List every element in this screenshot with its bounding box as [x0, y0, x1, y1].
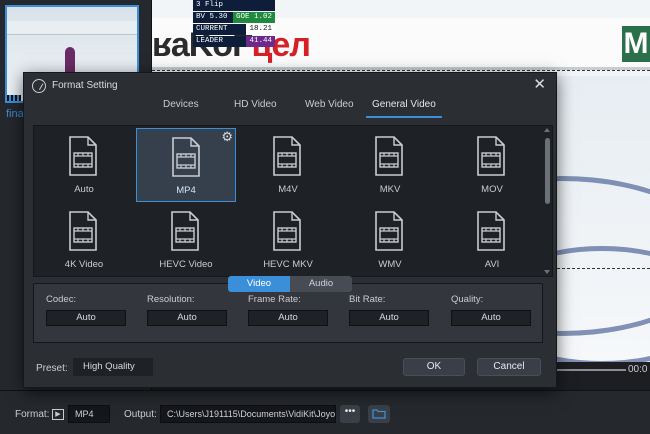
- format-option-m4v[interactable]: M4V: [238, 128, 338, 202]
- timeline-track[interactable]: [556, 369, 626, 371]
- scoreboard-leader-label: LEADER: [193, 36, 247, 47]
- format-label: MKV: [379, 184, 401, 195]
- format-label: WMV: [378, 259, 402, 270]
- scoreboard-base-value: BV 5.30: [193, 12, 233, 23]
- ok-button[interactable]: OK: [403, 358, 465, 376]
- preset-select[interactable]: High Quality: [73, 358, 153, 376]
- tab-hd-video[interactable]: HD Video: [234, 99, 277, 116]
- video-file-icon: [272, 211, 302, 251]
- cancel-button[interactable]: Cancel: [477, 358, 541, 376]
- grid-scrollbar[interactable]: [544, 128, 550, 274]
- format-label: AVI: [484, 259, 500, 270]
- dialog-title: Format Setting: [52, 80, 118, 91]
- video-toggle-button[interactable]: Video: [228, 276, 290, 292]
- open-folder-button[interactable]: [368, 405, 390, 423]
- format-option-wmv[interactable]: WMV: [340, 203, 440, 276]
- video-settings-panel: Codec: Auto Resolution: Auto Frame Rate:…: [33, 283, 543, 343]
- gear-icon[interactable]: ⚙: [221, 130, 233, 143]
- format-label: Format:: [15, 409, 50, 420]
- bit-rate-select[interactable]: Auto: [349, 310, 429, 326]
- dialog-footer: Preset: High Quality OK Cancel: [24, 353, 556, 387]
- format-option-4k-video[interactable]: 4K Video: [34, 203, 134, 276]
- output-bar: Format: ▶ MP4 Output: C:\Users\J191115\D…: [0, 390, 650, 434]
- format-option-hevc-video[interactable]: HEVC Video: [136, 203, 236, 276]
- timeline: 00:0: [556, 362, 650, 390]
- close-icon[interactable]: ✕: [533, 77, 546, 92]
- format-label: MP4: [176, 185, 196, 196]
- video-audio-toggle: Video Audio: [228, 276, 352, 292]
- bit-rate-param: Bit Rate: Auto: [349, 294, 429, 326]
- browse-output-button[interactable]: •••: [340, 405, 360, 423]
- video-file-icon: [170, 211, 200, 251]
- scroll-thumb[interactable]: [545, 138, 550, 204]
- scoreboard-overlay: 3 Flip BV 5.30 GOE 1.02 CURRENT 18.21 LEAD…: [193, 0, 275, 48]
- timeline-time: 00:0: [628, 364, 648, 375]
- video-file-icon: [476, 136, 506, 176]
- scoreboard-current-label: CURRENT: [193, 24, 247, 35]
- frame-rate-select[interactable]: Auto: [248, 310, 328, 326]
- audio-toggle-button[interactable]: Audio: [290, 276, 352, 292]
- quality-param: Quality: Auto: [451, 294, 531, 326]
- scoreboard-goe: GOE 1.02: [232, 12, 275, 23]
- format-option-mov[interactable]: MOV: [442, 128, 542, 202]
- preset-label: Preset:: [36, 363, 68, 374]
- format-option-auto[interactable]: Auto: [34, 128, 134, 202]
- format-label: Auto: [74, 184, 94, 195]
- format-label: M4V: [278, 184, 298, 195]
- codec-param: Codec: Auto: [46, 294, 126, 326]
- format-grid: AVI WMV HEVC MKV HEVC Video 4K Video MOV MKV M4…: [33, 125, 553, 277]
- format-option-mp4[interactable]: MP4 ⚙: [136, 128, 236, 202]
- scoreboard-leader-value: 41.44: [246, 36, 275, 47]
- quality-select[interactable]: Auto: [451, 310, 531, 326]
- codec-label: Codec:: [46, 294, 77, 305]
- format-label: HEVC Video: [159, 259, 213, 270]
- output-label: Output:: [124, 409, 157, 420]
- codec-select[interactable]: Auto: [46, 310, 126, 326]
- resolution-param: Resolution: Auto: [147, 294, 227, 326]
- output-path-field[interactable]: C:\Users\J191115\Documents\VidiKit\Joyos…: [160, 405, 336, 423]
- resolution-label: Resolution:: [147, 294, 195, 305]
- format-option-mkv[interactable]: MKV: [340, 128, 440, 202]
- thumbnail-indicator: [5, 95, 21, 101]
- video-file-icon: [171, 137, 201, 177]
- quality-label: Quality:: [451, 294, 484, 305]
- app-logo-icon: [32, 79, 46, 93]
- resolution-select[interactable]: Auto: [147, 310, 227, 326]
- format-setting-dialog: Format Setting ✕ Devices HD Video Web Vi…: [23, 72, 557, 388]
- tab-devices[interactable]: Devices: [163, 99, 199, 116]
- crop-guide-top: [152, 70, 650, 71]
- video-file-icon: [272, 136, 302, 176]
- scroll-up-arrow[interactable]: [544, 128, 550, 132]
- scoreboard-current-value: 18.21: [246, 24, 275, 35]
- preview-brand-right: M: [622, 26, 650, 62]
- format-option-hevc-mkv[interactable]: HEVC MKV: [238, 203, 338, 276]
- format-label: HEVC MKV: [263, 259, 313, 270]
- tab-web-video[interactable]: Web Video: [305, 99, 354, 116]
- format-tabs: Devices HD Video Web Video General Video: [24, 93, 556, 119]
- video-file-icon: [68, 211, 98, 251]
- format-settings-icon[interactable]: ▶: [52, 409, 64, 420]
- frame-rate-param: Frame Rate: Auto: [248, 294, 328, 326]
- tab-general-video[interactable]: General Video: [366, 99, 442, 118]
- format-option-avi[interactable]: AVI: [442, 203, 542, 276]
- video-file-icon: [374, 136, 404, 176]
- thumbnail-board: [7, 21, 137, 35]
- video-file-icon: [374, 211, 404, 251]
- bit-rate-label: Bit Rate:: [349, 294, 386, 305]
- video-file-icon: [68, 136, 98, 176]
- frame-rate-label: Frame Rate:: [248, 294, 301, 305]
- format-value[interactable]: MP4: [68, 405, 110, 423]
- folder-icon: [372, 409, 386, 419]
- format-label: 4K Video: [64, 259, 104, 270]
- scoreboard-element: 3 Flip: [193, 0, 275, 11]
- scroll-down-arrow[interactable]: [544, 270, 550, 274]
- format-label: MOV: [481, 184, 503, 195]
- video-file-icon: [476, 211, 506, 251]
